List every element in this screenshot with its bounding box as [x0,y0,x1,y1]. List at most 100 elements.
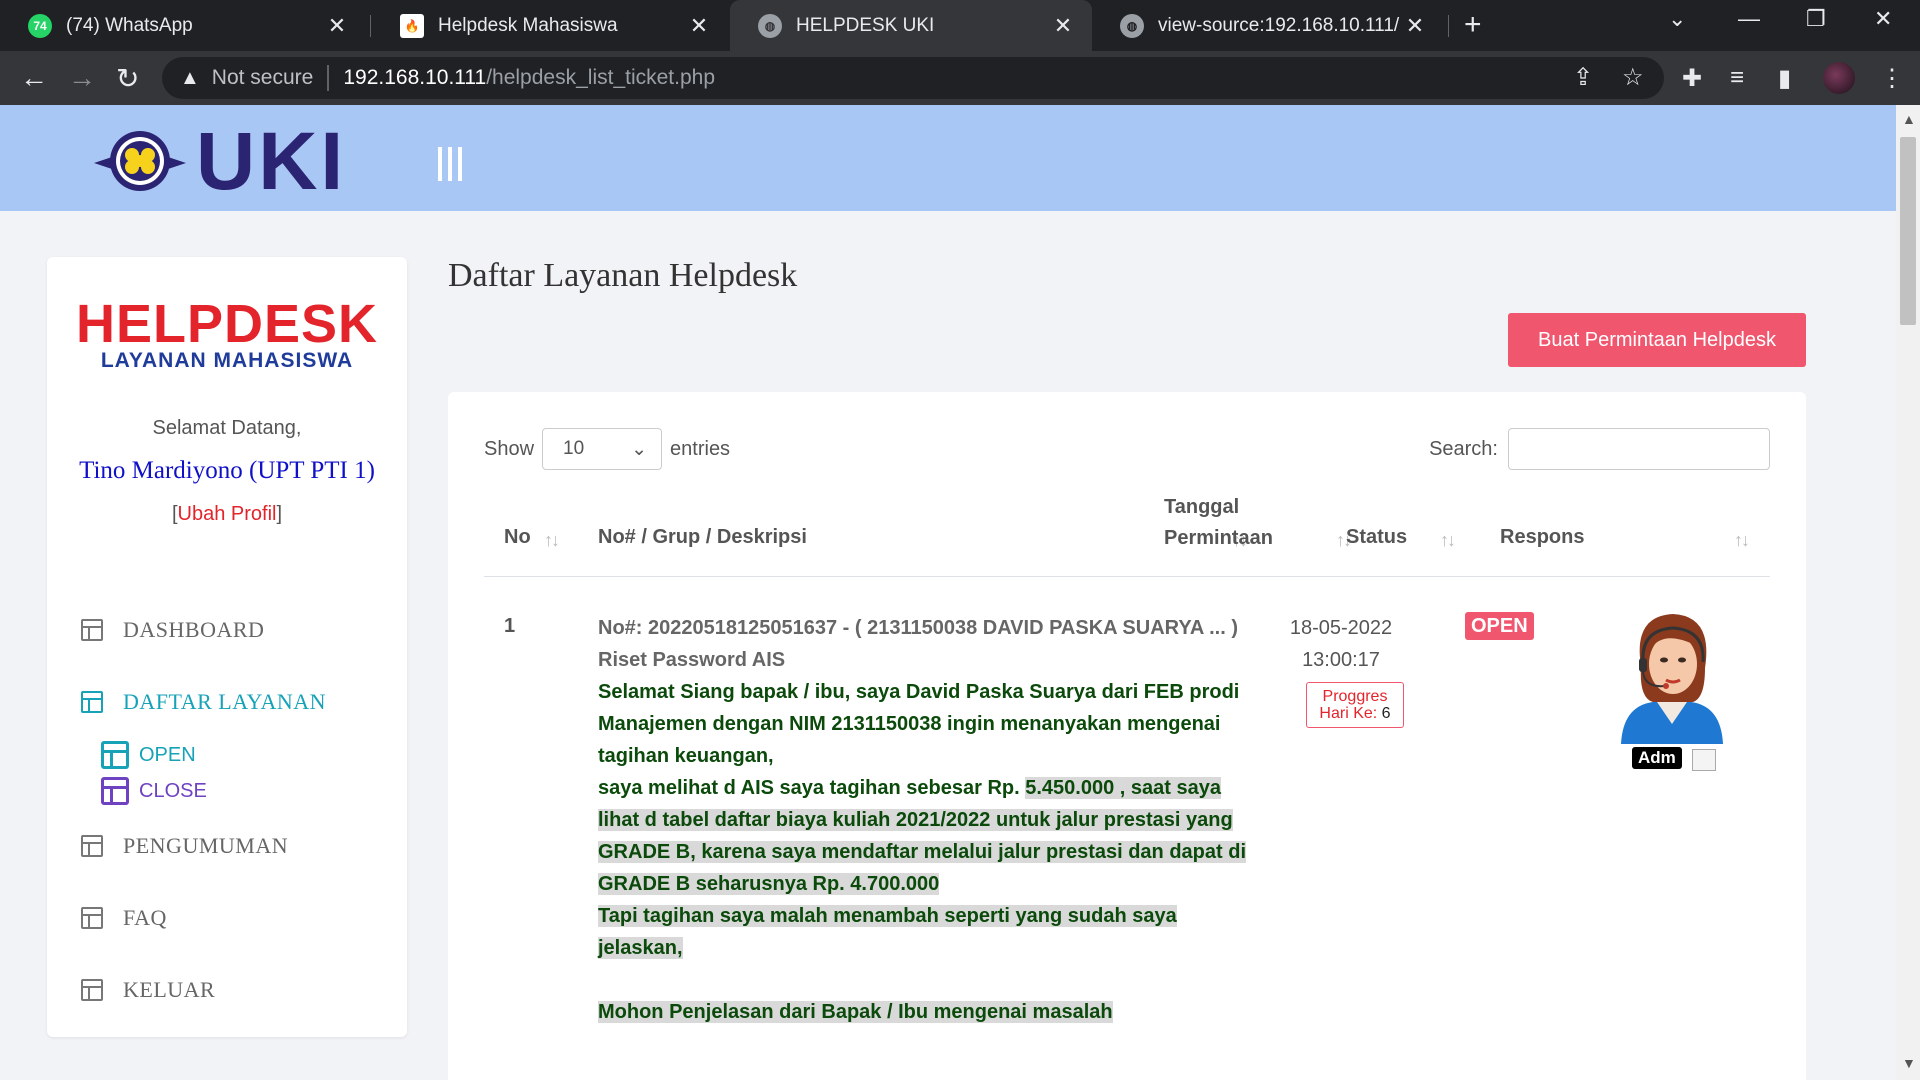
flame-icon: 🔥 [400,13,424,38]
profile-avatar[interactable] [1823,62,1855,94]
brand-subtitle: LAYANAN MAHASISWA [100,349,354,372]
bookmark-star-icon[interactable]: ☆ [1622,63,1644,92]
progress-day-value: 6 [1381,705,1391,722]
tab-helpdesk-uki[interactable]: ◍ HELPDESK UKI ✕ [730,0,1092,51]
status-badge: OPEN [1465,612,1534,640]
tab-title: (74) WhatsApp [66,14,193,36]
scrollbar-thumb[interactable] [1900,137,1916,325]
tab-title: view-source:192.168.10.111/helpdesk_list… [1158,14,1400,36]
entries-value: 10 [563,438,585,459]
request-datetime: 18-05-2022 13:00:17 [1286,612,1396,676]
sidebar-subitem-label: CLOSE [139,779,207,802]
address-bar[interactable]: ▲ Not secure 192.168.10.111 /helpdesk_li… [162,57,1664,99]
warning-triangle-icon[interactable]: ▲ [180,67,200,90]
close-tab-icon[interactable]: ✕ [684,13,714,39]
user-name: Tino Mardiyono (UPT PTI 1) [79,457,375,484]
tab-view-source[interactable]: ◍ view-source:192.168.10.111/helpdesk_li… [1092,0,1444,51]
sort-icon[interactable]: ↑↓ [1440,530,1456,551]
brand-title: HELPDESK [75,294,379,354]
site-header: UKI [0,105,1896,211]
sidebar-toggle-button[interactable] [438,147,462,181]
sidebar-item-faq[interactable]: FAQ [81,905,167,931]
page-viewport: UKI HELPDESK LAYANAN MAHASISWA Selamat D… [0,105,1896,1080]
scroll-down-arrow-icon[interactable]: ▼ [1902,1055,1916,1071]
uki-logo-text: UKI [196,116,347,207]
sidebar-subitem-close[interactable]: CLOSE [101,777,207,805]
scroll-up-arrow-icon[interactable]: ▲ [1902,111,1916,127]
ticket-body-line: Mohon Penjelasan dari Bapak / Ibu mengen… [598,996,1258,1028]
sidebar-item-pengumuman[interactable]: PENGUMUMAN [81,833,288,859]
search-control: Search: [1429,428,1770,470]
support-agent-avatar [1621,614,1723,744]
sort-icon[interactable]: ↑↓ [544,530,560,551]
welcome-text: Selamat Datang, [152,417,302,439]
sidebar-item-dashboard[interactable]: DASHBOARD [81,617,264,643]
sidebar-item-label: FAQ [123,905,167,930]
progress-label: Proggres [1322,688,1388,705]
media-queue-icon[interactable]: ≡ [1730,64,1744,92]
security-label[interactable]: Not secure [212,66,314,90]
ticket-body-prefix: saya melihat d AIS saya tagihan sebesar … [598,777,1026,799]
reload-icon[interactable]: ↻ [116,62,139,95]
column-description[interactable]: No# / Grup / Deskripsi [598,522,807,553]
sidebar-item-label: KELUAR [123,977,216,1002]
browser-tab-bar: 74 (74) WhatsApp ✕ 🔥 Helpdesk Mahasiswa … [0,0,1920,51]
search-label: Search: [1429,437,1498,460]
sort-icon[interactable]: ↑↓ [1734,530,1750,551]
back-arrow-icon[interactable]: ← [20,62,48,94]
tab-separator [370,15,371,37]
url-host: 192.168.10.111 [343,66,487,89]
extensions-puzzle-icon[interactable]: ✚ [1682,64,1702,93]
edit-profile-link[interactable]: Ubah Profil [178,503,277,525]
table-icon [81,907,103,929]
restore-button[interactable]: ❐ [1806,6,1826,32]
table-icon [101,741,129,769]
close-tab-icon[interactable]: ✕ [322,13,352,39]
column-date[interactable]: Tanggal Permintaan [1164,492,1273,554]
globe-icon: ◍ [1120,13,1144,38]
table-icon [101,777,129,805]
table-icon [81,835,103,857]
column-date-line2: Permintaan [1164,527,1273,549]
ticket-description[interactable]: No#: 20220518125051637 - ( 2131150038 DA… [598,612,1258,1028]
tab-search-icon[interactable]: ⌄ [1668,6,1686,32]
close-tab-icon[interactable]: ✕ [1048,13,1078,39]
tab-helpdesk-mahasiswa[interactable]: 🔥 Helpdesk Mahasiswa ✕ [372,0,728,51]
broken-image-icon [1692,749,1716,771]
ticket-number: No#: 20220518125051637 - ( 2131150038 DA… [598,617,1238,639]
sidebar-item-daftar-layanan[interactable]: DAFTAR LAYANAN [81,689,326,715]
page-scrollbar[interactable]: ▲ ▼ [1896,105,1920,1080]
share-icon[interactable]: ⇪ [1573,63,1593,92]
column-date-line1: Tanggal [1164,496,1240,518]
close-tab-icon[interactable]: ✕ [1400,13,1430,39]
column-no[interactable]: No [504,522,531,553]
new-tab-button[interactable]: + [1464,8,1482,42]
tab-whatsapp[interactable]: 74 (74) WhatsApp ✕ [0,0,366,51]
entries-select[interactable]: 10 ⌄ [542,428,663,470]
page-title: Daftar Layanan Helpdesk [448,257,798,294]
whatsapp-icon: 74 [28,13,52,38]
sidebar-item-keluar[interactable]: KELUAR [81,977,215,1003]
search-input[interactable] [1508,428,1770,470]
sidebar: HELPDESK LAYANAN MAHASISWA Selamat Datan… [47,257,407,1037]
table-header: No ↑↓ No# / Grup / Deskripsi ↑↓ Tanggal … [484,490,1770,577]
progress-day-label: Hari Ke: [1319,705,1378,722]
column-status[interactable]: Status [1346,522,1407,553]
menu-kebab-icon[interactable]: ⋮ [1880,64,1904,93]
tab-title: Helpdesk Mahasiswa [438,14,618,36]
ticket-body-highlighted: saya melihat d AIS saya tagihan sebesar … [598,772,1258,900]
edit-profile: [Ubah Profil] [171,503,283,525]
tab-title: HELPDESK UKI [796,14,935,36]
minimize-button[interactable]: — [1738,6,1760,32]
highlighted-text: Tapi tagihan saya malah menambah seperti… [598,905,1177,959]
close-window-button[interactable]: ✕ [1874,6,1892,32]
sidebar-item-label: PENGUMUMAN [123,833,289,858]
forward-arrow-icon[interactable]: → [68,62,96,94]
request-time: 13:00:17 [1302,649,1380,671]
sidebar-item-label: DAFTAR LAYANAN [123,689,327,714]
sidebar-subitem-open[interactable]: OPEN [101,741,196,769]
responder-badge: Adm [1632,747,1682,769]
column-response[interactable]: Respons [1500,522,1584,553]
side-panel-icon[interactable]: ▮ [1778,64,1791,93]
create-request-button[interactable]: Buat Permintaan Helpdesk [1508,313,1806,367]
